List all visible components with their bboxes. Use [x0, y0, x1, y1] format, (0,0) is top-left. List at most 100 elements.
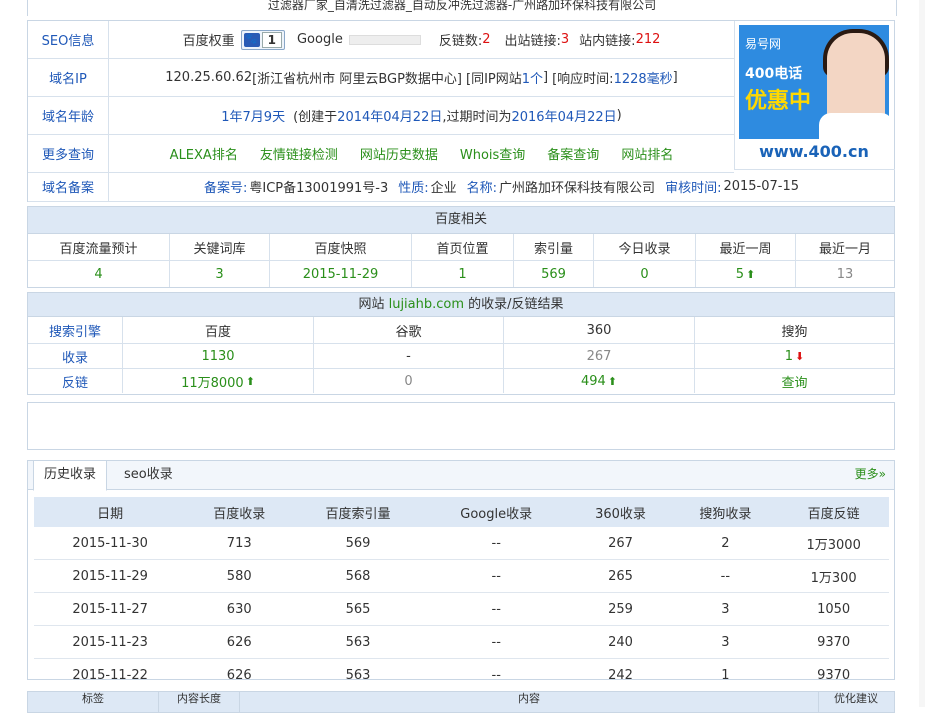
ad-line1: 400电话 — [745, 66, 803, 82]
link-beian-query[interactable]: 备案查询 — [547, 144, 599, 163]
index-baidu-index[interactable]: 1130 — [123, 344, 314, 369]
beian-audit-label: 审核时间: — [665, 181, 722, 196]
beian-nature-label: 性质: — [398, 181, 429, 196]
same-ip-prefix: [同IP网站 — [466, 72, 522, 87]
ip-location: [浙江省杭州市 阿里云BGP数据中心] — [252, 72, 462, 87]
link-site-rank[interactable]: 网站排名 — [621, 144, 673, 163]
baidu-value-today[interactable]: 0 — [594, 261, 696, 287]
baidu-value-week-cell[interactable]: 5 ⬆ — [696, 261, 796, 287]
history-cell: -- — [423, 592, 569, 626]
link-whois[interactable]: Whois查询 — [460, 144, 525, 163]
baidu-header-week: 最近一周 — [696, 234, 796, 261]
history-cell: 2015-11-30 — [34, 527, 187, 560]
baidu-header-traffic: 百度流量预计 — [28, 234, 170, 261]
strip-advice: 优化建议 — [834, 692, 878, 705]
domain-age-row: 域名年龄 1年7月9天 (创建于 2014年04月22日 ,过期时间为 2016… — [28, 97, 734, 135]
arrow-up-icon: ⬆ — [245, 374, 255, 388]
baidu-weight-badge[interactable]: 🐾 1 — [240, 29, 285, 50]
index-sogou-index-cell[interactable]: 1 ⬇ — [695, 344, 894, 369]
more-query-row: 更多查询 ALEXA排名 友情链接检测 网站历史数据 Whois查询 备案查询 … — [28, 135, 734, 173]
history-cell: 267 — [568, 527, 673, 560]
response-prefix: [响应时间: — [552, 72, 614, 87]
history-cell: -- — [491, 667, 501, 683]
history-header-sogou-index: 搜狗收录 — [672, 497, 779, 527]
index-google-backlinks[interactable]: 0 — [314, 369, 504, 393]
history-cell: 2015-11-29 — [34, 559, 187, 593]
baidu-value-traffic[interactable]: 4 — [28, 261, 170, 287]
history-cell: 568 — [292, 559, 424, 593]
google-pr-bar — [348, 34, 421, 45]
index-title-domain[interactable]: lujiahb.com — [389, 297, 464, 312]
baidu-weight-label: 百度权重 — [182, 34, 235, 49]
index-header-sogou: 搜狗 — [695, 317, 894, 344]
history-cell: 9370 — [778, 625, 889, 659]
tab-history-index[interactable]: 历史收录 — [33, 460, 108, 491]
link-site-history[interactable]: 网站历史数据 — [360, 144, 438, 163]
baidu-value-week: 5 — [735, 266, 745, 282]
backlinks-value[interactable]: 2 — [482, 32, 490, 47]
history-cell: 2015-11-23 — [34, 625, 187, 659]
index-baidu-backlinks-cell[interactable]: 11万8000 ⬆ — [123, 369, 314, 393]
internal-value[interactable]: 212 — [636, 32, 661, 47]
created-prefix: (创建于 — [293, 110, 338, 125]
ad-line2: 优惠中 — [745, 89, 812, 114]
link-friend-links[interactable]: 友情链接检测 — [260, 144, 338, 163]
history-cell: 1050 — [778, 592, 889, 626]
strip-content: 内容 — [240, 692, 819, 712]
beian-name-label: 名称: — [466, 181, 498, 196]
seo-info-row: SEO信息 百度权重 🐾 1 Google 反链数: 2 出站链接: 3 站内链… — [28, 21, 734, 59]
history-cell: 630 — [186, 592, 293, 626]
history-cell: 1万300 — [778, 559, 889, 593]
baidu-value-index[interactable]: 569 — [514, 261, 594, 287]
same-ip-count[interactable]: 1个 — [522, 68, 543, 87]
page-scrollbar[interactable] — [919, 0, 925, 707]
baidu-weight-value: 1 — [261, 31, 282, 48]
table-row: 2015-11-22 626 563 -- 242 1 9370 — [34, 659, 889, 692]
domain-beian-label: 域名备案 — [28, 172, 109, 201]
ad-banner-400[interactable]: 易号网 400电话 优惠中 www.400.cn — [739, 25, 889, 165]
link-alexa[interactable]: ALEXA排名 — [170, 144, 238, 163]
history-cell: 563 — [345, 667, 371, 683]
index-google-index: - — [314, 344, 504, 369]
internal-label: 站内链接: — [579, 34, 636, 49]
more-link[interactable]: 更多» — [855, 461, 886, 487]
domain-beian-content: 备案号: 粤ICP备13001991号-3 性质: 企业 名称: 广州路加环保科… — [109, 172, 894, 201]
history-cell: 713 — [186, 527, 293, 560]
baidu-value-snapshot[interactable]: 2015-11-29 — [270, 261, 412, 287]
history-cell: 265 — [568, 559, 673, 593]
history-cell: 580 — [186, 559, 293, 593]
index-360-index[interactable]: 267 — [504, 344, 695, 369]
more-query-links: ALEXA排名 友情链接检测 网站历史数据 Whois查询 备案查询 网站排名 — [109, 135, 734, 172]
index-row-label-backlinks: 反链 — [28, 369, 123, 393]
google-label: Google — [296, 32, 343, 47]
seo-info-content: 百度权重 🐾 1 Google 反链数: 2 出站链接: 3 站内链接: 212 — [109, 21, 734, 58]
history-cell: 9370 — [817, 667, 851, 683]
outbound-value[interactable]: 3 — [561, 32, 569, 47]
beian-nature-value: 企业 — [430, 181, 457, 196]
ip-address: 120.25.60.62 — [165, 70, 253, 85]
index-360-backlinks-cell[interactable]: 494 ⬆ — [504, 369, 695, 393]
domain-age-content: 1年7月9天 (创建于 2014年04月22日 ,过期时间为 2016年04月2… — [109, 97, 734, 134]
index-sogou-backlinks-query[interactable]: 查询 — [695, 369, 894, 393]
baidu-related-panel: 百度相关 百度流量预计 关键词库 百度快照 首页位置 索引量 今日收录 最近一周… — [27, 206, 895, 288]
strip-length: 内容长度 — [159, 692, 240, 712]
table-row: 2015-11-29 580 568 -- 265 -- 1万300 — [34, 559, 889, 593]
history-header-360-index: 360收录 — [568, 497, 673, 527]
arrow-up-icon: ⬆ — [607, 374, 618, 388]
table-row: 2015-11-23 626 563 -- 240 3 9370 — [34, 625, 889, 659]
index-title-prefix: 网站 — [358, 297, 385, 312]
history-cell: 2 — [672, 527, 779, 560]
tab-seo-index[interactable]: seo收录 — [114, 461, 183, 489]
baidu-value-month[interactable]: 13 — [796, 261, 894, 287]
created-date: 2014年04月22日 — [337, 110, 443, 125]
history-cell: -- — [423, 527, 569, 560]
index-header-360: 360 — [504, 317, 695, 344]
history-cell: 626 — [186, 625, 293, 659]
index-header-google: 谷歌 — [314, 317, 504, 344]
history-cell: -- — [423, 559, 569, 593]
ad-cell: 易号网 400电话 优惠中 www.400.cn — [734, 21, 895, 170]
history-header-baidu-index: 百度收录 — [186, 497, 293, 527]
history-cell: 626 — [226, 667, 252, 683]
baidu-value-keywords[interactable]: 3 — [170, 261, 270, 287]
history-tabs: 历史收录 seo收录 更多» — [28, 460, 894, 491]
